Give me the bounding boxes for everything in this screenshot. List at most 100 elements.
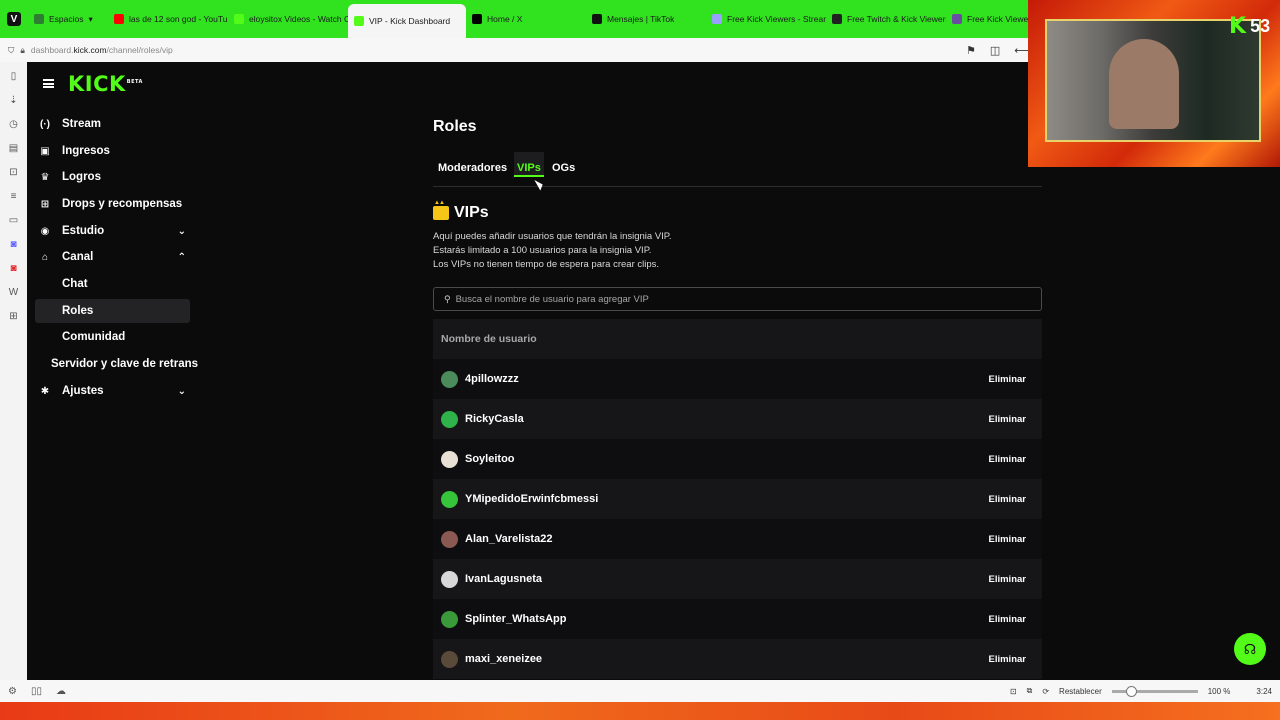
trophy-icon: ♛ [40,171,50,183]
username[interactable]: RickyCasla [465,413,524,425]
remove-button[interactable]: Eliminar [989,374,1027,385]
page-title: Roles [433,118,477,135]
sidebar-item-drops[interactable]: ⊞ Drops y recompensas [35,192,190,216]
description-line: Estarás limitado a 100 usuarios para la … [433,245,652,256]
kick-logo[interactable]: KICKBETA [68,72,143,96]
remove-button[interactable]: Eliminar [989,614,1027,625]
vivaldi-logo-icon: V [7,12,21,26]
avatar[interactable] [441,610,458,628]
avatar[interactable] [441,570,458,588]
translate-icon[interactable]: ⊡ [8,166,20,180]
table-row: RickyCasla Eliminar [433,399,1042,439]
table-row: maxi_xeneizee Eliminar [433,639,1042,679]
sidebar-item-chat[interactable]: Chat [35,272,190,296]
username[interactable]: Splinter_WhatsApp [465,613,566,625]
username[interactable]: Alan_Varelista22 [465,533,552,545]
browser-status-bar: ⚙ ▯▯ ☁ ⊡ ⧉ ⟳ Restablecer 100 % 3:24 [0,680,1280,702]
description-line: Aquí puedes añadir usuarios que tendrán … [433,231,672,242]
notes-icon[interactable]: ▤ [8,142,20,156]
x-icon [472,14,482,24]
tab-free-kick-viewers[interactable]: Free Kick Viewers - Stream [706,0,826,38]
zoom-reset-label[interactable]: Restablecer [1059,687,1102,696]
remove-button[interactable]: Eliminar [989,654,1027,665]
viewer-count: 53 [1250,16,1271,36]
streamer-video [1109,39,1179,129]
history-icon[interactable]: ◷ [8,118,20,132]
bookmarks-icon[interactable]: ▯ [8,70,20,84]
avatar[interactable] [441,370,458,388]
tab-espacios[interactable]: Espacios ▾ [28,0,108,38]
remove-button[interactable]: Eliminar [989,414,1027,425]
sidebar-item-servidor[interactable]: Servidor y clave de retrans [35,352,205,376]
capture-icon[interactable]: ⊡ [1010,687,1017,696]
tab-free-twitch-viewers[interactable]: Free Twitch & Kick Viewers [826,0,946,38]
vivaldi-social-icon[interactable]: ◙ [8,262,20,276]
tab-vips[interactable]: VIPs [514,152,544,177]
tab-tiktok[interactable]: Mensajes | TikTok [586,0,706,38]
add-panel-icon[interactable]: ⊞ [8,310,20,324]
sidebar-item-ingresos[interactable]: ▣ Ingresos [35,139,190,163]
username[interactable]: Soyleitoo [465,453,515,465]
page-actions-icon[interactable]: ⟳ [1042,687,1049,696]
headset-icon: ☊ [1243,640,1257,657]
wikipedia-icon[interactable]: W [8,286,20,300]
vip-search-input[interactable] [455,293,1016,305]
url-text[interactable]: dashboard.kick.com/channel/roles/vip [31,45,173,55]
tiling-icon[interactable]: ⧉ [1027,686,1033,696]
sidebar-item-stream[interactable]: (·) Stream [35,112,190,136]
avatar[interactable] [441,410,458,428]
crown-icon [433,200,449,220]
tab-kick-videos[interactable]: eloysitox Videos - Watch C [228,0,348,38]
bookmark-icon[interactable]: ⚑ [966,44,976,57]
channel-icon: ⌂ [41,251,49,263]
sidebar-item-roles[interactable]: Roles [35,299,190,323]
broadcast-icon: (·) [40,118,50,130]
table-row: Soyleitoo Eliminar [433,439,1042,479]
remove-button[interactable]: Eliminar [989,574,1027,585]
tab-x-home[interactable]: Home / X [466,0,586,38]
sidebar-item-canal[interactable]: ⌂ Canal ⌃ [35,245,190,269]
mastodon-icon[interactable]: ◙ [8,238,20,252]
avatar[interactable] [441,450,458,468]
username[interactable]: IvanLagusneta [465,573,542,585]
youtube-icon [114,14,124,24]
downloads-icon[interactable]: ⇣ [8,94,20,108]
vip-search-field[interactable]: ⚲ [433,287,1042,311]
cloud-icon[interactable]: ☁ [56,686,66,697]
gear-icon: ✱ [40,385,50,397]
hamburger-menu-icon[interactable] [43,79,54,88]
username[interactable]: YMipedidoErwinfcbmessi [465,493,598,505]
remove-button[interactable]: Eliminar [989,534,1027,545]
avatar[interactable] [441,530,458,548]
avatar[interactable] [441,650,458,668]
table-row: YMipedidoErwinfcbmessi Eliminar [433,479,1042,519]
username[interactable]: maxi_xeneizee [465,653,542,665]
sidebar-item-comunidad[interactable]: Comunidad [35,325,190,349]
tab-youtube[interactable]: las de 12 son god - YouTube [108,0,228,38]
roles-tabs: Moderadores VIPs OGs [433,152,1042,187]
search-icon: ⚲ [444,293,451,304]
sidebar-item-estudio[interactable]: ◉ Estudio ⌄ [35,219,190,243]
sidebar-item-logros[interactable]: ♛ Logros [35,165,190,189]
tab-vip-dashboard[interactable]: VIP - Kick Dashboard [348,4,466,38]
support-chat-button[interactable]: ☊ [1234,633,1266,665]
tab-moderadores[interactable]: Moderadores [438,162,507,174]
zoom-slider[interactable] [1111,685,1198,697]
lock-icon[interactable]: 🔒︎ [20,45,25,56]
sync-icon[interactable]: ⚙ [8,686,17,697]
tile-tabs-icon[interactable]: ▯▯ [31,686,42,697]
remove-button[interactable]: Eliminar [989,454,1027,465]
panel-toggle-icon[interactable]: ◫ [990,44,1000,57]
clock: 3:24 [1256,686,1272,696]
shield-icon[interactable]: ⛉ [8,45,14,56]
username[interactable]: 4pillowzzz [465,373,519,385]
tab-ogs[interactable]: OGs [552,162,575,174]
wallet-icon: ▣ [40,145,50,157]
remove-button[interactable]: Eliminar [989,494,1027,505]
site-icon [712,14,722,24]
sidebar-item-ajustes[interactable]: ✱ Ajustes ⌄ [35,379,190,403]
window-icon[interactable]: ▭ [8,214,20,228]
vivaldi-menu-button[interactable]: V [0,0,28,38]
avatar[interactable] [441,490,458,508]
reading-list-icon[interactable]: ≡ [8,190,20,204]
